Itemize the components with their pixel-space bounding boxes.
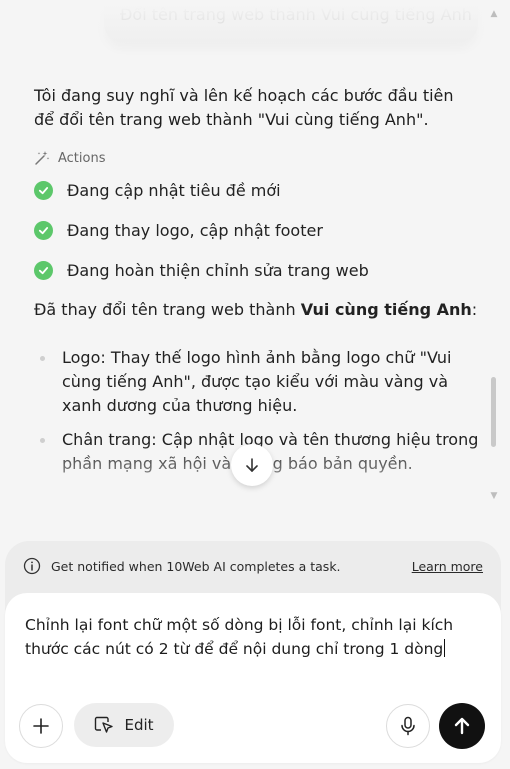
text-caret: [444, 639, 446, 657]
scroll-down-arrow-icon[interactable]: ▼: [488, 490, 500, 502]
plus-icon: [33, 718, 49, 734]
voice-input-button[interactable]: [386, 704, 430, 748]
list-item: Logo: Thay thế logo hình ảnh bằng logo c…: [40, 346, 480, 418]
check-circle-icon: [34, 261, 53, 280]
message-input[interactable]: Chỉnh lại font chữ một số dòng bị lỗi fo…: [25, 613, 481, 661]
chat-thread: Đổi tên trang web thành Vui cùng tiếng A…: [0, 0, 510, 540]
microphone-icon: [401, 716, 415, 736]
arrow-up-icon: [454, 717, 470, 735]
action-label: Đang thay logo, cập nhật footer: [67, 221, 323, 240]
scrollbar-thumb[interactable]: [491, 377, 496, 447]
check-circle-icon: [34, 181, 53, 200]
magic-wand-icon: [35, 151, 50, 165]
action-label: Đang cập nhật tiêu đề mới: [67, 181, 281, 200]
user-message-text: Đổi tên trang web thành Vui cùng tiếng A…: [120, 4, 472, 24]
message-composer: Chỉnh lại font chữ một số dòng bị lỗi fo…: [5, 593, 501, 763]
message-text: Chỉnh lại font chữ một số dòng bị lỗi fo…: [25, 616, 454, 658]
summary-site-name: Vui cùng tiếng Anh: [300, 300, 472, 319]
user-message-bubble: Đổi tên trang web thành Vui cùng tiếng A…: [104, 0, 478, 42]
notification-banner: Get notified when 10Web AI completes a t…: [23, 555, 483, 577]
select-cursor-icon: [95, 716, 114, 733]
assistant-intro: Tôi đang suy nghĩ và lên kế hoạch các bư…: [34, 86, 454, 129]
summary-suffix: :: [471, 300, 478, 319]
summary-prefix: Đã thay đổi tên trang web thành: [34, 300, 301, 319]
learn-more-link[interactable]: Learn more: [412, 559, 483, 574]
notification-text: Get notified when 10Web AI completes a t…: [51, 558, 341, 574]
action-label: Đang hoàn thiện chỉnh sửa trang web: [67, 261, 369, 280]
add-attachment-button[interactable]: [19, 704, 63, 748]
check-circle-icon: [34, 221, 53, 240]
send-button[interactable]: [439, 703, 485, 749]
actions-label: Actions: [58, 150, 106, 166]
action-item: Đang thay logo, cập nhật footer: [34, 221, 323, 240]
arrow-down-icon: [246, 458, 258, 472]
action-item: Đang hoàn thiện chỉnh sửa trang web: [34, 261, 369, 280]
composer-panel: Get notified when 10Web AI completes a t…: [5, 541, 501, 763]
assistant-summary: Đã thay đổi tên trang web thành Vui cùng…: [34, 300, 477, 319]
scroll-up-arrow-icon[interactable]: ▲: [488, 8, 500, 20]
actions-header: Actions: [34, 150, 106, 166]
edit-label: Edit: [124, 716, 154, 734]
info-icon: [23, 557, 41, 575]
edit-button[interactable]: Edit: [74, 703, 174, 747]
action-item: Đang cập nhật tiêu đề mới: [34, 181, 281, 200]
scroll-to-bottom-button[interactable]: [231, 444, 273, 486]
